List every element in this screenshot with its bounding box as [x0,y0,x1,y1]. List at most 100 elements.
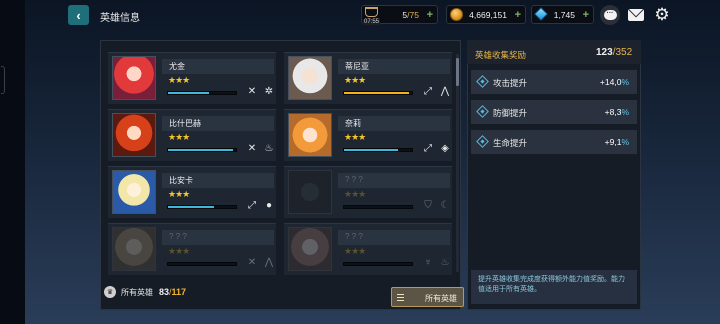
bonus-label: 防御提升 [493,108,528,118]
hero-name: ? ? ? [345,175,363,184]
hero-card[interactable]: ? ? ? ★★★ ♆ ♨ [284,223,452,275]
diamond-bullet-icon [476,75,489,88]
bonus-label: 攻击提升 [493,78,528,88]
bow-icon: ⤢ [424,86,432,97]
chat-bubble-icon: ··· [603,10,617,20]
hero-progress-bar [343,148,413,152]
water-icon: ● [265,200,273,211]
menu-lines-icon [397,294,404,301]
bonus-row-hp[interactable]: 生命提升 +9,1% [471,130,637,154]
stamina-value: 5/75 [402,9,419,20]
hero-stars: ★★★ [344,132,366,142]
hero-name: ? ? ? [169,232,187,241]
stamina-counter[interactable]: 07:55 5/75 + [361,5,438,25]
hero-portrait [288,56,332,100]
diamond-icon: ◈ [441,143,449,154]
hero-stars: ★★★ [344,189,366,199]
hero-card[interactable]: 奈莉 ★★★ ⤢ ◈ [284,109,452,161]
page-title: 英雄信息 [100,13,140,24]
sword-icon: ✕ [247,86,257,97]
hero-portrait [112,170,156,214]
bonus-value: +8,3% [604,107,629,117]
collection-owned: 83 [159,287,170,297]
stamina-timer: 07:55 [363,19,381,25]
add-gem-icon[interactable]: + [583,9,589,21]
reward-progress: 123/352 [596,47,633,58]
bonus-label: 生命提升 [493,138,528,148]
back-button[interactable]: ‹ [68,5,89,25]
hero-card[interactable]: ? ? ? ★★★ ⛉ ☾ [284,166,452,218]
gear-icon: ⚙ [654,5,670,24]
shield-icon: ⛉ [424,200,432,211]
hero-progress-bar [343,205,413,209]
hero-card[interactable]: 尤金 ★★★ ✕ ✲ [108,52,276,104]
collection-counter: ♛ 所有英雄 83 / 117 [104,286,186,298]
hero-stars: ★★★ [168,189,190,199]
hero-portrait [288,113,332,157]
mountain-icon: ⋀ [264,257,274,268]
hero-stars: ★★★ [344,75,366,85]
hero-stars: ★★★ [168,132,190,142]
hero-name: 比安卡 [169,176,193,185]
mountain-icon: ⋀ [440,86,450,97]
hero-progress-fill [168,149,233,151]
hero-progress-fill [168,92,209,94]
mail-icon [628,9,644,21]
chat-button[interactable]: ··· [600,5,620,25]
fire-icon: ♨ [440,257,450,268]
fire-icon: ♨ [264,143,274,154]
collection-label: 所有英雄 [121,287,153,297]
reward-description: 提升英雄收集完成度获得额外能力值奖励。能力值适用于所有英雄。 [471,270,637,304]
gold-coin-icon [450,8,463,21]
hero-stars: ★★★ [168,75,190,85]
sword-icon: ✕ [247,257,257,268]
hero-card[interactable]: 蒂尼亚 ★★★ ⤢ ⋀ [284,52,452,104]
settings-button[interactable]: ⚙ [652,5,672,25]
hero-progress-bar [343,262,413,266]
bonus-row-defense[interactable]: 防御提升 +8,3% [471,100,637,124]
bow-icon: ⤢ [424,143,432,154]
hero-portrait [112,113,156,157]
gem-value: 1,745 [553,9,575,20]
gold-value: 4,669,151 [469,9,507,20]
hero-progress-fill [344,149,399,151]
hero-progress-bar [167,148,237,152]
hero-name: 蒂尼亚 [345,62,369,71]
hero-stars: ★★★ [344,246,366,256]
filter-label: 所有英雄 [425,294,457,303]
hero-portrait [288,170,332,214]
gem-counter[interactable]: 1,745 + [531,5,594,24]
hero-filter-button[interactable]: 所有英雄 [391,287,464,307]
hero-progress-bar [167,262,237,266]
axe-icon: ♆ [424,257,432,268]
hero-portrait [288,227,332,271]
hero-progress-fill [168,206,215,208]
hero-card[interactable]: 比安卡 ★★★ ⤢ ● [108,166,276,218]
hero-progress-fill [344,92,409,94]
moon-icon: ☾ [440,200,450,211]
hero-name: 比什巴赫 [169,119,201,128]
add-stamina-icon[interactable]: + [427,9,433,21]
mail-button[interactable] [626,5,646,25]
diamond-bullet-icon [476,105,489,118]
chevron-left-icon: ‹ [76,7,81,23]
hero-card[interactable]: ? ? ? ★★★ ✕ ⋀ [108,223,276,275]
hero-portrait [112,56,156,100]
hero-progress-bar [343,91,413,95]
hero-progress-bar [167,205,237,209]
gold-counter[interactable]: 4,669,151 + [446,5,526,24]
sword-icon: ✕ [247,143,257,154]
diamond-bullet-icon [476,135,489,148]
add-gold-icon[interactable]: + [515,9,521,21]
hero-name: 奈莉 [345,119,361,128]
device-bezel [0,0,25,324]
hero-name: ? ? ? [345,232,363,241]
bonus-value: +9,1% [604,137,629,147]
trophy-icon: ♛ [104,286,116,298]
reward-title: 英雄收集奖励 [475,50,527,60]
scrollbar-track[interactable] [456,54,459,272]
scrollbar-thumb[interactable] [456,58,459,86]
hero-card[interactable]: 比什巴赫 ★★★ ✕ ♨ [108,109,276,161]
collection-total: 117 [171,287,187,297]
bonus-row-attack[interactable]: 攻击提升 +14,0% [471,70,637,94]
